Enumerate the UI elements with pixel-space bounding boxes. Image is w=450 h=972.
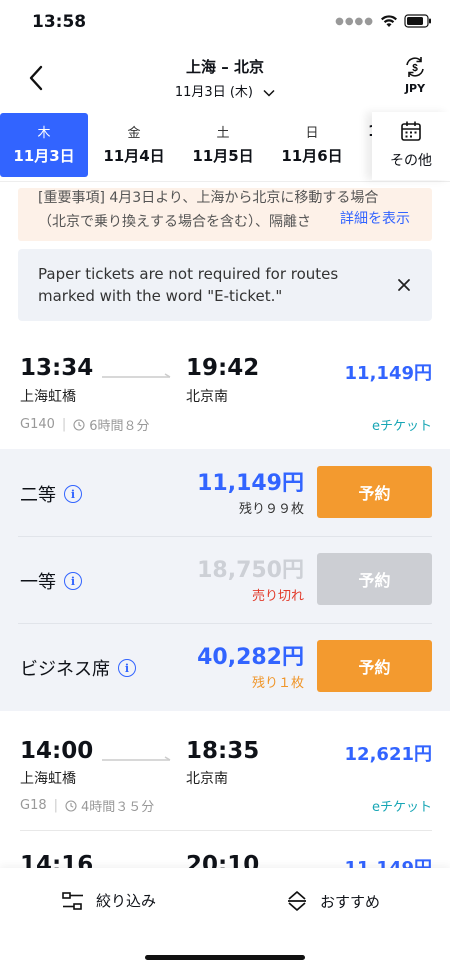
date-tab-day: 11月4日 [103,147,165,165]
chevron-down-icon [263,89,275,97]
divider [20,830,432,831]
status-icons: ●●●● [335,14,432,28]
eticket-badge: eチケット [372,800,432,815]
divider: | [53,798,59,813]
clock-icon [65,799,77,812]
eticket-badge: eチケット [372,419,432,434]
filter-icon [62,891,83,910]
arrive-time: 18:35 [186,738,260,764]
info-text: Paper tickets are not required for route… [38,265,339,305]
calendar-icon [401,121,421,141]
depart-time: 14:00 [20,738,94,764]
seat-price: 11,149円 [197,471,304,496]
arrive-station: 北京南 [186,771,228,787]
seat-class-label: ビジネス席 [20,659,110,680]
book-button[interactable]: 予約 [317,466,432,518]
battery-icon [404,14,431,28]
currency-button[interactable]: $ JPY [392,56,438,95]
train-number: G140 [20,417,55,432]
sort-icon [288,891,306,911]
notice-details-link[interactable]: 詳細を表示 [324,208,410,228]
close-button[interactable] [390,271,418,299]
date-tab-dow: 木 [37,126,51,141]
date-tab-nov5[interactable]: 土 11月5日 [179,113,267,177]
seat-price: 40,282円 [197,645,304,670]
book-button[interactable]: 予約 [317,640,432,692]
sort-button[interactable]: おすすめ [286,890,380,912]
arrive-time: 19:42 [186,355,260,381]
seat-row-business-class: ビジネス席 i 40,282円 残り１枚 予約 [0,623,450,710]
arrow-right-icon [102,373,171,378]
date-tab-nov3[interactable]: 木 11月3日 [0,113,88,177]
important-notice: [重要事項] 4月3日より、上海から北京に移動する場合 （北京で乗り換えする場合… [18,188,432,241]
signal-icon: ●●●● [335,15,374,27]
close-icon [398,279,410,291]
seat-name: ビジネス席 i [20,655,136,681]
filter-button[interactable]: 絞り込み [62,890,156,911]
train-number: G18 [20,798,47,813]
home-indicator [145,955,305,960]
seat-options: 二等 i 11,149円 残り９９枚 予約 一等 i 18,750円 売り切れ … [0,449,450,711]
date-tab-day: 11月3日 [13,147,75,165]
train-price: 12,621円 [344,744,432,765]
other-dates-button[interactable]: その他 [372,112,450,180]
divider: | [61,417,67,432]
sort-label: おすすめ [320,892,381,911]
date-tab-dow: 金 [127,126,141,141]
status-bar: 13:58 ●●●● [0,0,450,50]
train-duration: 4時間３５分 [81,800,155,815]
date-tab-dow: 土 [216,126,230,141]
route-title: 上海 – 北京 [186,58,264,76]
date-tabs: 木 11月3日 金 11月4日 土 11月5日 日 11月6日 1 その他 [0,112,450,182]
train-card[interactable]: 14:00 上海虹橋 18:35 北京南 12,621円 G18 | 4時間３５… [0,738,450,830]
date-tab-dow: 日 [305,126,319,141]
selected-date: 11月3日 (木) [174,85,253,100]
depart-station: 上海虹橋 [20,389,76,405]
date-tab-nov4[interactable]: 金 11月4日 [90,113,178,177]
seat-class-label: 一等 [20,572,56,593]
other-dates-label: その他 [390,153,432,169]
eticket-info-box: Paper tickets are not required for route… [18,249,432,321]
seat-availability: 残り１枚 [251,676,304,691]
seat-row-first-class: 一等 i 18,750円 売り切れ 予約 [0,536,450,623]
seat-price: 18,750円 [197,558,304,583]
seat-name: 一等 i [20,568,82,594]
wifi-icon [381,15,397,27]
seat-class-label: 二等 [20,485,56,506]
nav-center: 上海 – 北京 11月3日 (木) [0,56,450,100]
info-icon[interactable]: i [118,659,136,677]
train-meta: G140 | 6時間８分 [20,415,150,434]
filter-label: 絞り込み [96,892,157,910]
date-tab-day: 11月5日 [192,147,254,165]
currency-exchange-icon: $ [406,57,424,77]
depart-time: 13:34 [20,355,94,381]
seat-availability: 残り９９枚 [238,502,304,517]
info-icon[interactable]: i [64,572,82,590]
arrive-station: 北京南 [186,389,228,405]
notice-line1: [重要事項] 4月3日より、上海から北京に移動する場合 [38,190,379,206]
train-meta: G18 | 4時間３５分 [20,796,154,815]
info-icon[interactable]: i [64,485,82,503]
book-button[interactable]: 予約 [317,553,432,605]
nav-header: 上海 – 北京 11月3日 (木) $ JPY [0,50,450,110]
svg-text:$: $ [412,63,418,74]
status-time: 13:58 [32,12,87,32]
date-selector[interactable]: 11月3日 (木) [0,81,450,100]
seat-name: 二等 i [20,481,82,507]
train-duration: 6時間８分 [89,419,150,434]
currency-label: JPY [404,82,426,95]
arrow-right-icon [102,756,171,761]
seat-availability: 売り切れ [251,589,304,604]
date-tab-nov6[interactable]: 日 11月6日 [268,113,356,177]
date-tab-day: 11月6日 [281,147,343,165]
clock-icon [73,418,85,431]
seat-row-second-class: 二等 i 11,149円 残り９９枚 予約 [0,449,450,536]
depart-station: 上海虹橋 [20,771,76,787]
train-card[interactable]: 13:34 上海虹橋 19:42 北京南 11,149円 G140 | 6時間８… [0,355,450,449]
train-price: 11,149円 [344,363,432,384]
